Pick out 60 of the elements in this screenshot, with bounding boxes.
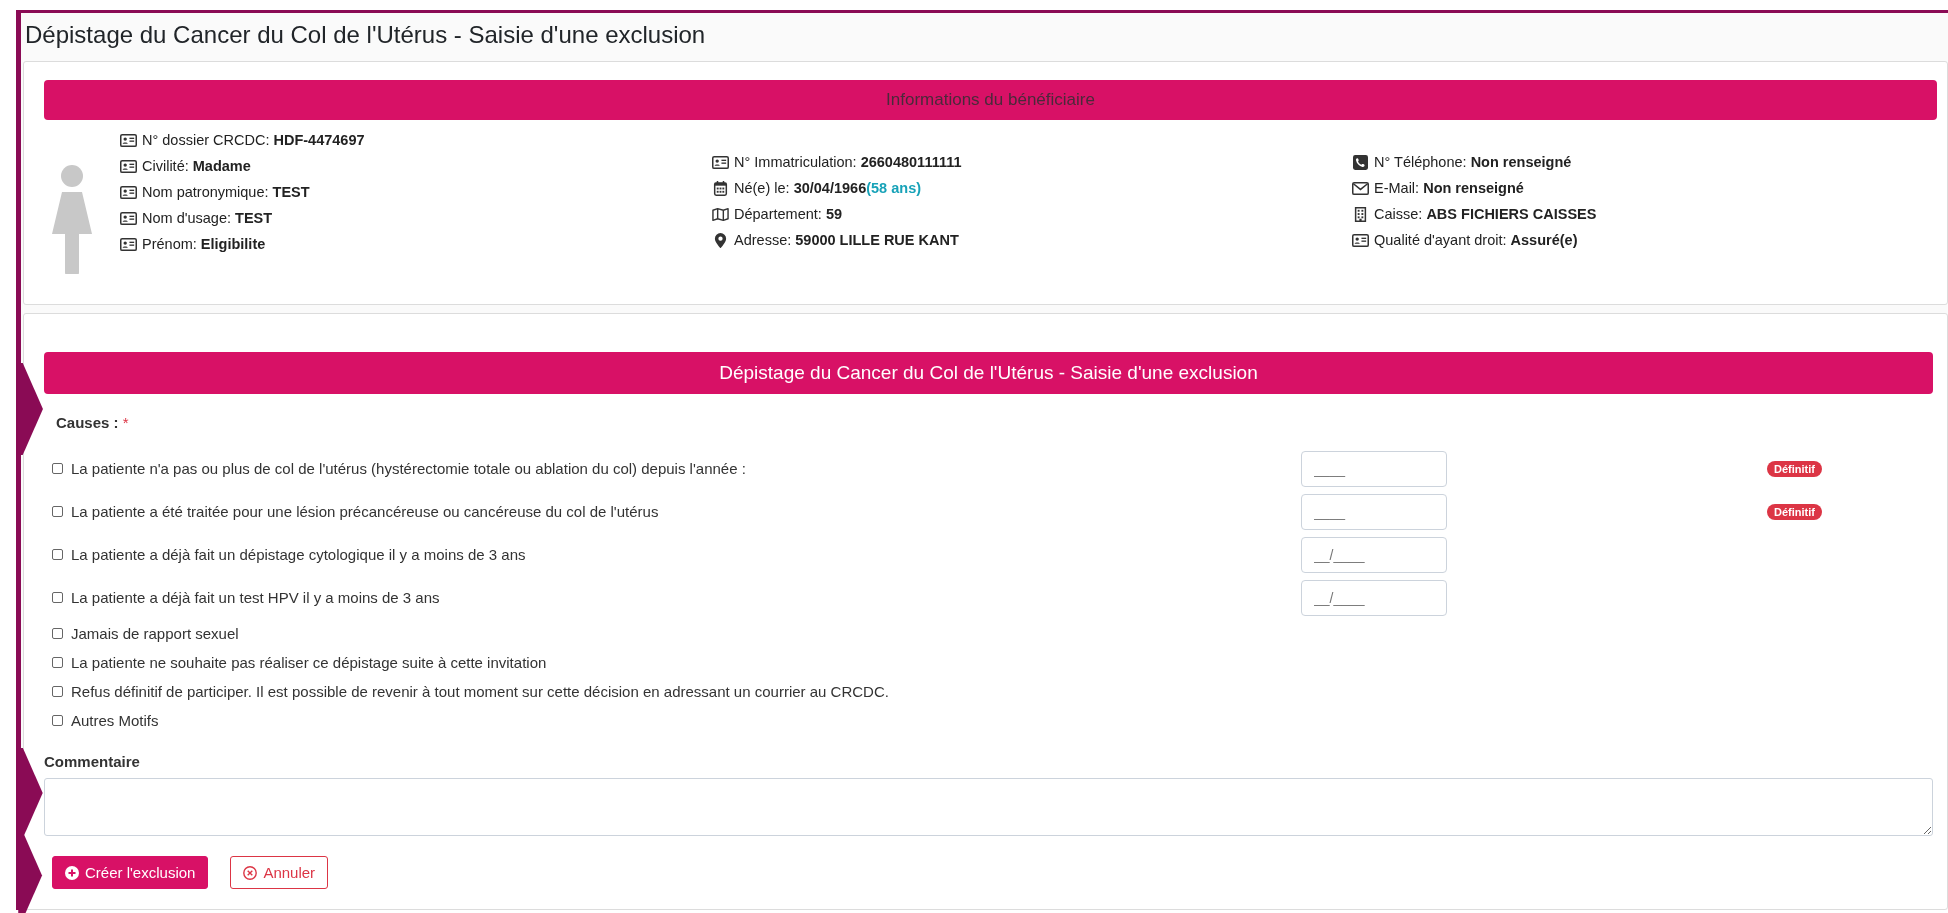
cause-label: La patiente a été traitée pour une lésion précancéreuse ou cancéreuse du col de l'utérus: [71, 503, 660, 520]
info-text: Civilité: Madame: [142, 158, 251, 174]
info-text: N° Immatriculation: 2660480111111: [734, 154, 962, 170]
calendar-icon: [712, 180, 729, 196]
info-text: E-Mail: Non renseigné: [1374, 180, 1524, 196]
comment-field[interactable]: [44, 778, 1933, 836]
info-text: Né(e) le: 30/04/1966(58 ans): [734, 180, 922, 196]
required-mark: *: [122, 414, 129, 431]
date-field[interactable]: __/____: [1301, 536, 1447, 573]
page-title: Dépistage du Cancer du Col de l'Utérus - Saisie d'une exclusion: [25, 21, 707, 49]
comment-label: Commentaire: [44, 753, 141, 770]
cause-label: La patiente ne souhaite pas réaliser ce dépistage suite à cette invitation: [71, 654, 548, 671]
cancel-button[interactable]: Annuler: [230, 856, 329, 889]
cause-label: La patiente a déjà fait un dépistage cytologique il y a moins de 3 ans: [71, 546, 527, 563]
cause-label: Jamais de rapport sexuel: [71, 625, 240, 642]
map-icon: [712, 206, 729, 222]
info-text: N° dossier CRCDC: HDF-4474697: [142, 132, 365, 148]
section-header: Dépistage du Cancer du Col de l'Utérus - Saisie d'une exclusion: [44, 352, 1933, 394]
close-circle-icon: [243, 865, 258, 880]
checkbox[interactable]: [52, 506, 63, 517]
checkbox[interactable]: [52, 549, 63, 560]
cause-label: Refus définitif de participer. Il est possible de revenir à tout moment sur cette décision en adressant un courrier au CRCDC.: [71, 683, 890, 700]
plus-circle-icon: [65, 865, 79, 880]
date-field[interactable]: ____: [1301, 450, 1447, 487]
checkbox[interactable]: [52, 628, 63, 639]
section-header: Informations du bénéficiaire: [44, 80, 1937, 120]
causes-label: Causes :: [56, 414, 119, 431]
create-button[interactable]: Créer l'exclusion: [52, 856, 209, 889]
map-marker-icon: [712, 232, 729, 248]
id-card-icon: [1352, 232, 1369, 248]
id-card-icon: [120, 184, 137, 200]
cause-label: La patiente n'a pas ou plus de col de l'utérus (hystérectomie totale ou ablation du col) depuis l'année :: [71, 460, 747, 477]
checkbox[interactable]: [52, 592, 63, 603]
id-card-icon: [120, 132, 137, 148]
status-badge: Définitif: [1767, 503, 1822, 520]
id-card-icon: [120, 236, 137, 252]
info-text: Adresse: 59000 LILLE RUE KANT: [734, 232, 959, 248]
info-text: Nom d'usage: TEST: [142, 210, 273, 226]
phone-icon: [1352, 154, 1369, 170]
cause-label: La patiente a déjà fait un test HPV il y a moins de 3 ans: [71, 589, 441, 606]
checkbox[interactable]: [52, 657, 63, 668]
checkbox[interactable]: [52, 715, 63, 726]
envelope-icon: [1352, 180, 1369, 196]
cause-label: Autres Motifs: [71, 712, 160, 729]
info-text: Nom patronymique: TEST: [142, 184, 310, 200]
woman-silhouette-icon: [52, 164, 92, 274]
id-card-icon: [712, 154, 729, 170]
date-field[interactable]: __/____: [1301, 579, 1447, 616]
info-text: Qualité d'ayant droit: Assuré(e): [1374, 232, 1578, 248]
info-text: N° Téléphone: Non renseigné: [1374, 154, 1572, 170]
building-icon: [1352, 206, 1369, 222]
id-card-icon: [120, 210, 137, 226]
info-text: Département: 59: [734, 206, 843, 222]
id-card-icon: [120, 158, 137, 174]
date-field[interactable]: ____: [1301, 493, 1447, 530]
info-text: Prénom: Eligibilite: [142, 236, 266, 252]
checkbox[interactable]: [52, 686, 63, 697]
status-badge: Définitif: [1767, 460, 1822, 477]
checkbox[interactable]: [52, 463, 63, 474]
info-text: Caisse: ABS FICHIERS CAISSES: [1374, 206, 1597, 222]
